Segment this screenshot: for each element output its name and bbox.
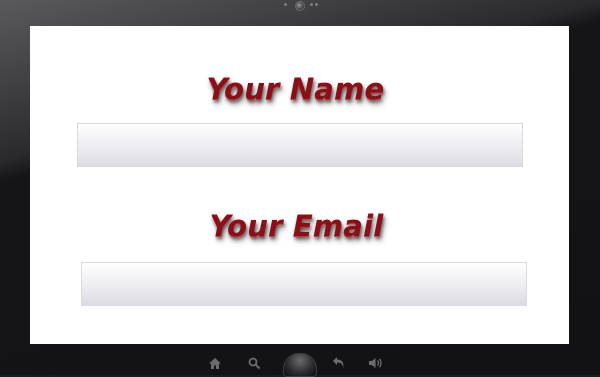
- bottom-nav-bar: [0, 344, 600, 377]
- home-icon[interactable]: [207, 356, 223, 370]
- back-icon[interactable]: [330, 355, 348, 369]
- name-field[interactable]: [77, 123, 523, 167]
- search-icon[interactable]: [246, 356, 262, 370]
- volume-icon[interactable]: [367, 356, 383, 370]
- camera-icon: [295, 1, 305, 11]
- email-heading: Your Email: [209, 209, 384, 243]
- sensor-dot: [310, 3, 313, 6]
- screen: Your Name Your Email: [30, 26, 569, 344]
- sensor-dot: [284, 3, 287, 6]
- name-heading: Your Name: [206, 72, 385, 106]
- email-field[interactable]: [81, 262, 527, 306]
- center-button[interactable]: [283, 353, 317, 377]
- sensor-dot: [315, 3, 318, 6]
